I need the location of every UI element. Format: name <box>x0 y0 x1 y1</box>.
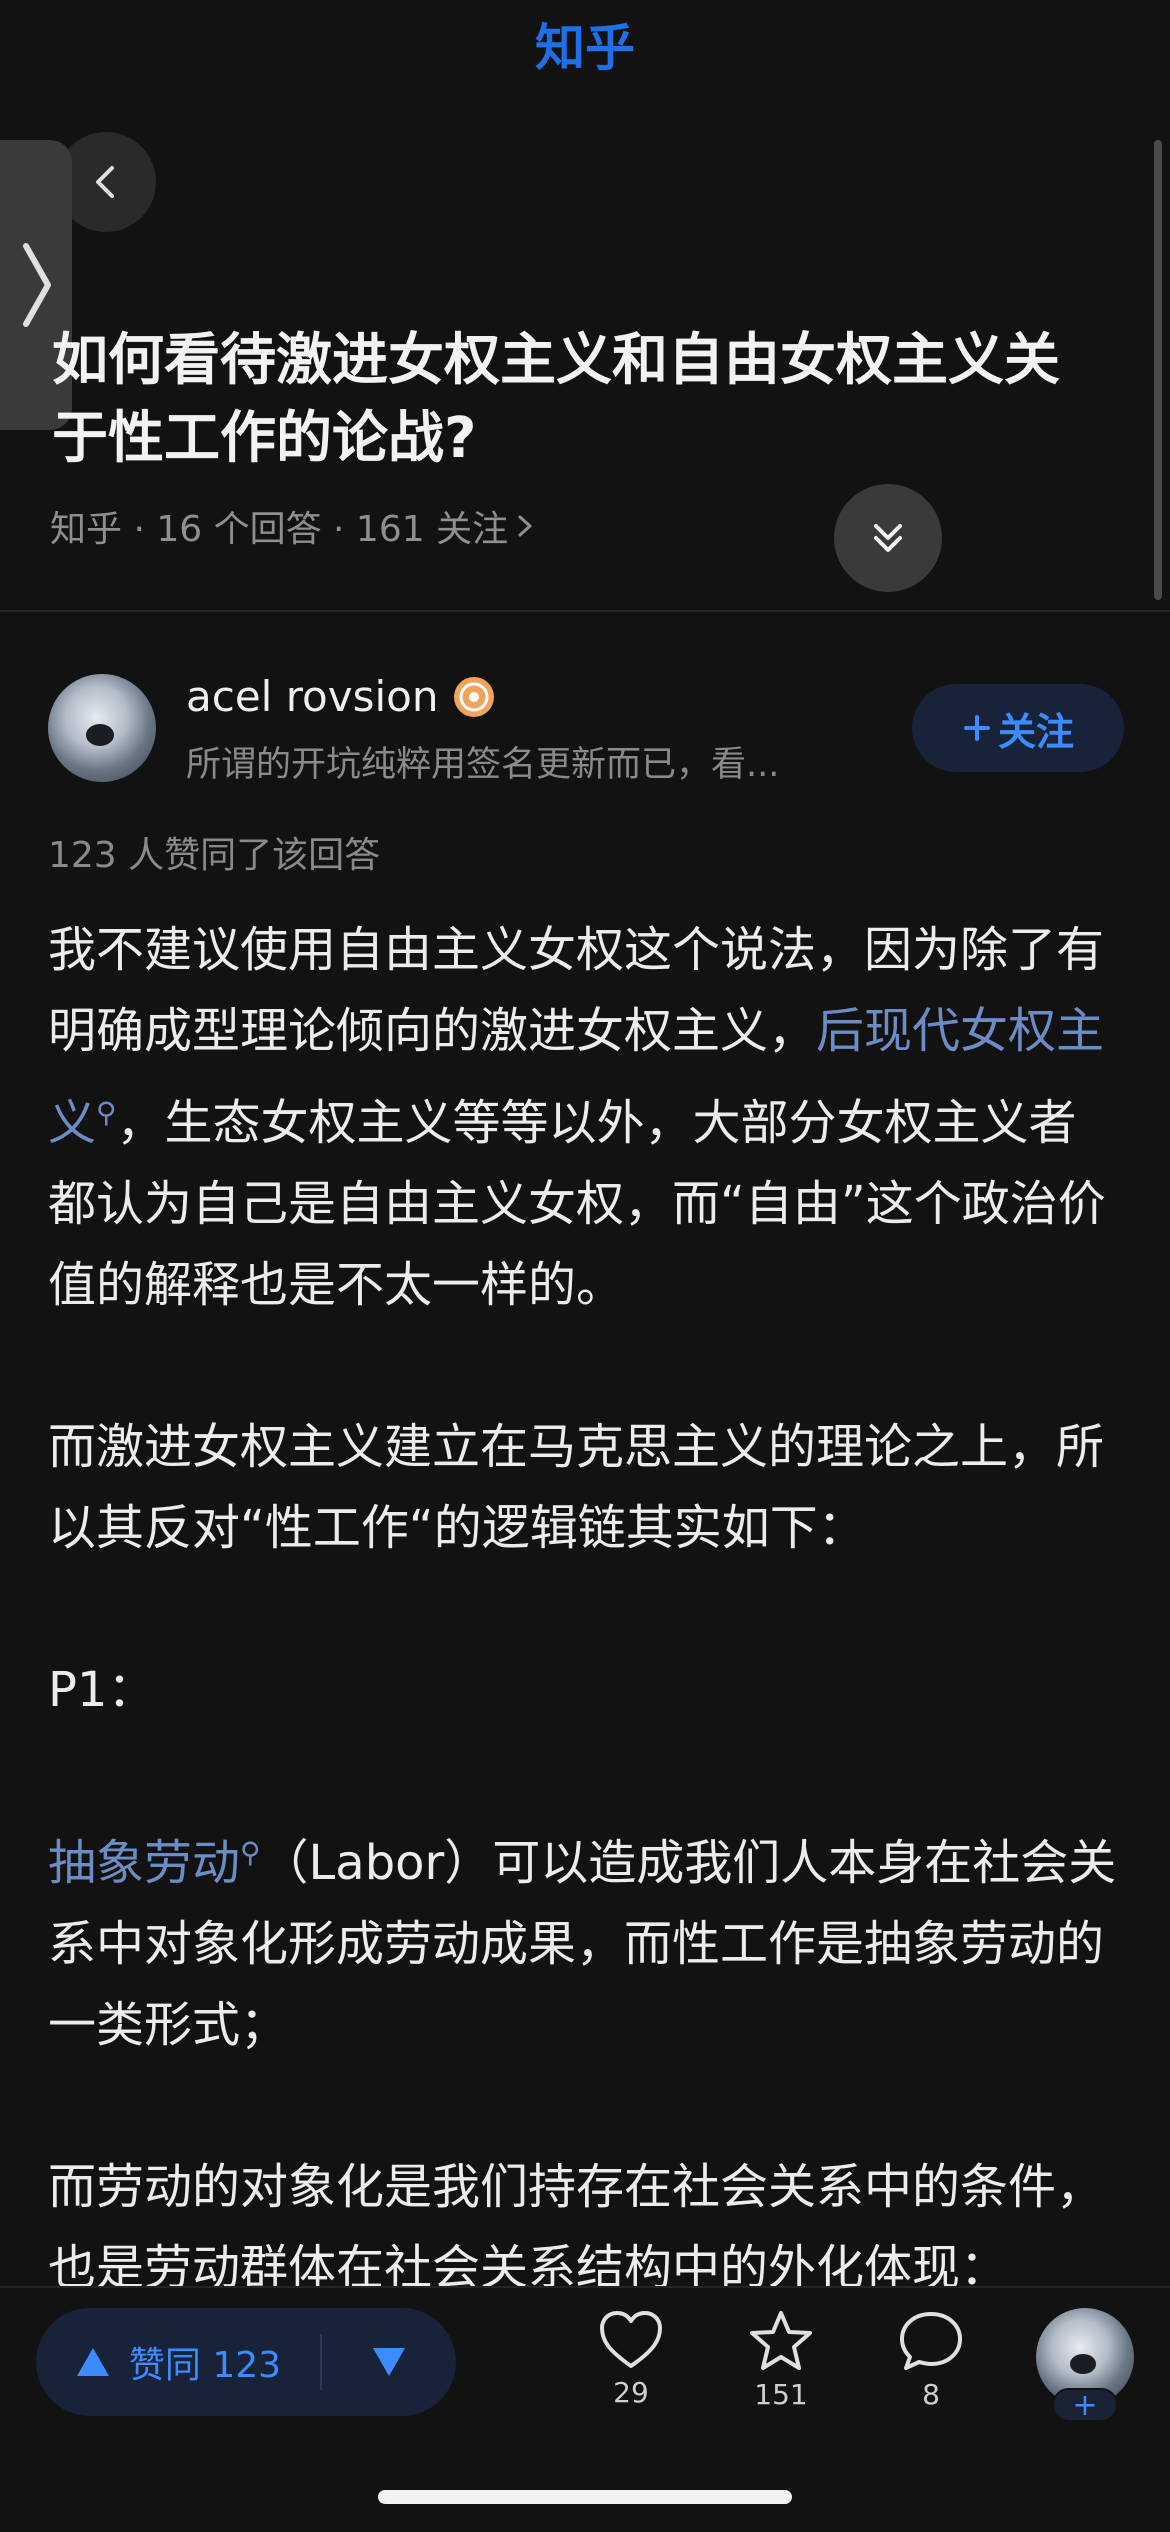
follow-button[interactable]: 关注 <box>912 684 1124 772</box>
search-icon[interactable]: ⚲ <box>240 1836 261 1869</box>
author-name[interactable]: acel rovsion <box>186 672 495 721</box>
comment-button[interactable]: 8 <box>876 2310 986 2411</box>
question-meta[interactable]: 知乎 · 16 个回答 · 161 关注 <box>50 500 536 552</box>
answer-content: 我不建议使用自由主义女权这个说法，因为除了有明确成型理论倾向的激进女权主义，后现… <box>48 910 1122 2390</box>
brand-title: 知乎 <box>535 19 635 77</box>
paragraph-1: 我不建议使用自由主义女权这个说法，因为除了有明确成型理论倾向的激进女权主义，后现… <box>48 910 1122 1326</box>
back-arrow-icon <box>96 166 114 198</box>
vote-up-icon <box>76 2348 109 2376</box>
heart-icon <box>600 2311 662 2368</box>
paragraph-5: 而劳动的对象化是我们持存在社会关系中的条件，也是劳动群体在社会关系结构中的外化体… <box>48 2159 1105 2296</box>
star-icon <box>750 2311 812 2370</box>
question-meta-text: 知乎 · 16 个回答 · 161 关注 <box>50 509 509 550</box>
vote-summary: 123 人赞同了该回答 <box>48 835 381 876</box>
comment-icon <box>900 2312 962 2370</box>
comment-count: 8 <box>922 2378 940 2411</box>
favorite-count: 151 <box>754 2378 808 2411</box>
side-handle-icon <box>23 243 51 327</box>
page: 知乎 如何看待激进女权主义和自由女权主义关于性工作的论战? 知乎 · 16 个回… <box>0 0 1170 2532</box>
favorite-button[interactable]: 151 <box>726 2310 836 2411</box>
avatar[interactable] <box>48 674 156 782</box>
vote-up-button[interactable]: 赞同 123 <box>36 2308 320 2416</box>
author-badge-icon <box>454 676 495 717</box>
paragraph-4: 抽象劳动⚲（Labor）可以造成我们人本身在社会关系中对象化形成劳动成果，而性工… <box>48 1812 1122 2066</box>
like-button[interactable]: 29 <box>576 2310 686 2409</box>
paragraph-text: ，生态女权主义等等以外，大部分女权主义者都认为自己是自由主义女权，而“自由”这个… <box>48 1095 1106 1313</box>
divider <box>0 610 1170 612</box>
follow-plus-button[interactable]: + <box>1052 2388 1118 2423</box>
scrollbar[interactable] <box>1154 140 1162 600</box>
author-bio: 所谓的开坑纯粹用签名更新而已，看... <box>186 745 780 785</box>
chevron-right-icon <box>518 515 532 537</box>
collapse-button[interactable] <box>834 484 942 592</box>
search-link[interactable]: 抽象劳动 <box>48 1835 240 1891</box>
home-indicator[interactable] <box>378 2490 792 2504</box>
follow-label: 关注 <box>997 709 1074 754</box>
paragraph-2: 而激进女权主义建立在马克思主义的理论之上，所以其反对“性工作“的逻辑链其实如下： <box>48 1419 1105 1556</box>
vote-pill: 赞同 123 <box>36 2308 456 2416</box>
vote-down-icon <box>373 2348 405 2376</box>
paragraph-3: P1： <box>48 1662 156 1718</box>
like-count: 29 <box>613 2376 649 2409</box>
vote-up-label: 赞同 123 <box>128 2345 282 2386</box>
vote-down-button[interactable] <box>322 2308 456 2416</box>
search-icon[interactable]: ⚲ <box>96 1096 117 1129</box>
question-title[interactable]: 如何看待激进女权主义和自由女权主义关于性工作的论战? <box>52 322 1112 478</box>
plus-icon <box>963 715 990 741</box>
collapse-icon <box>874 524 902 552</box>
author-name-text: acel rovsion <box>186 672 439 721</box>
